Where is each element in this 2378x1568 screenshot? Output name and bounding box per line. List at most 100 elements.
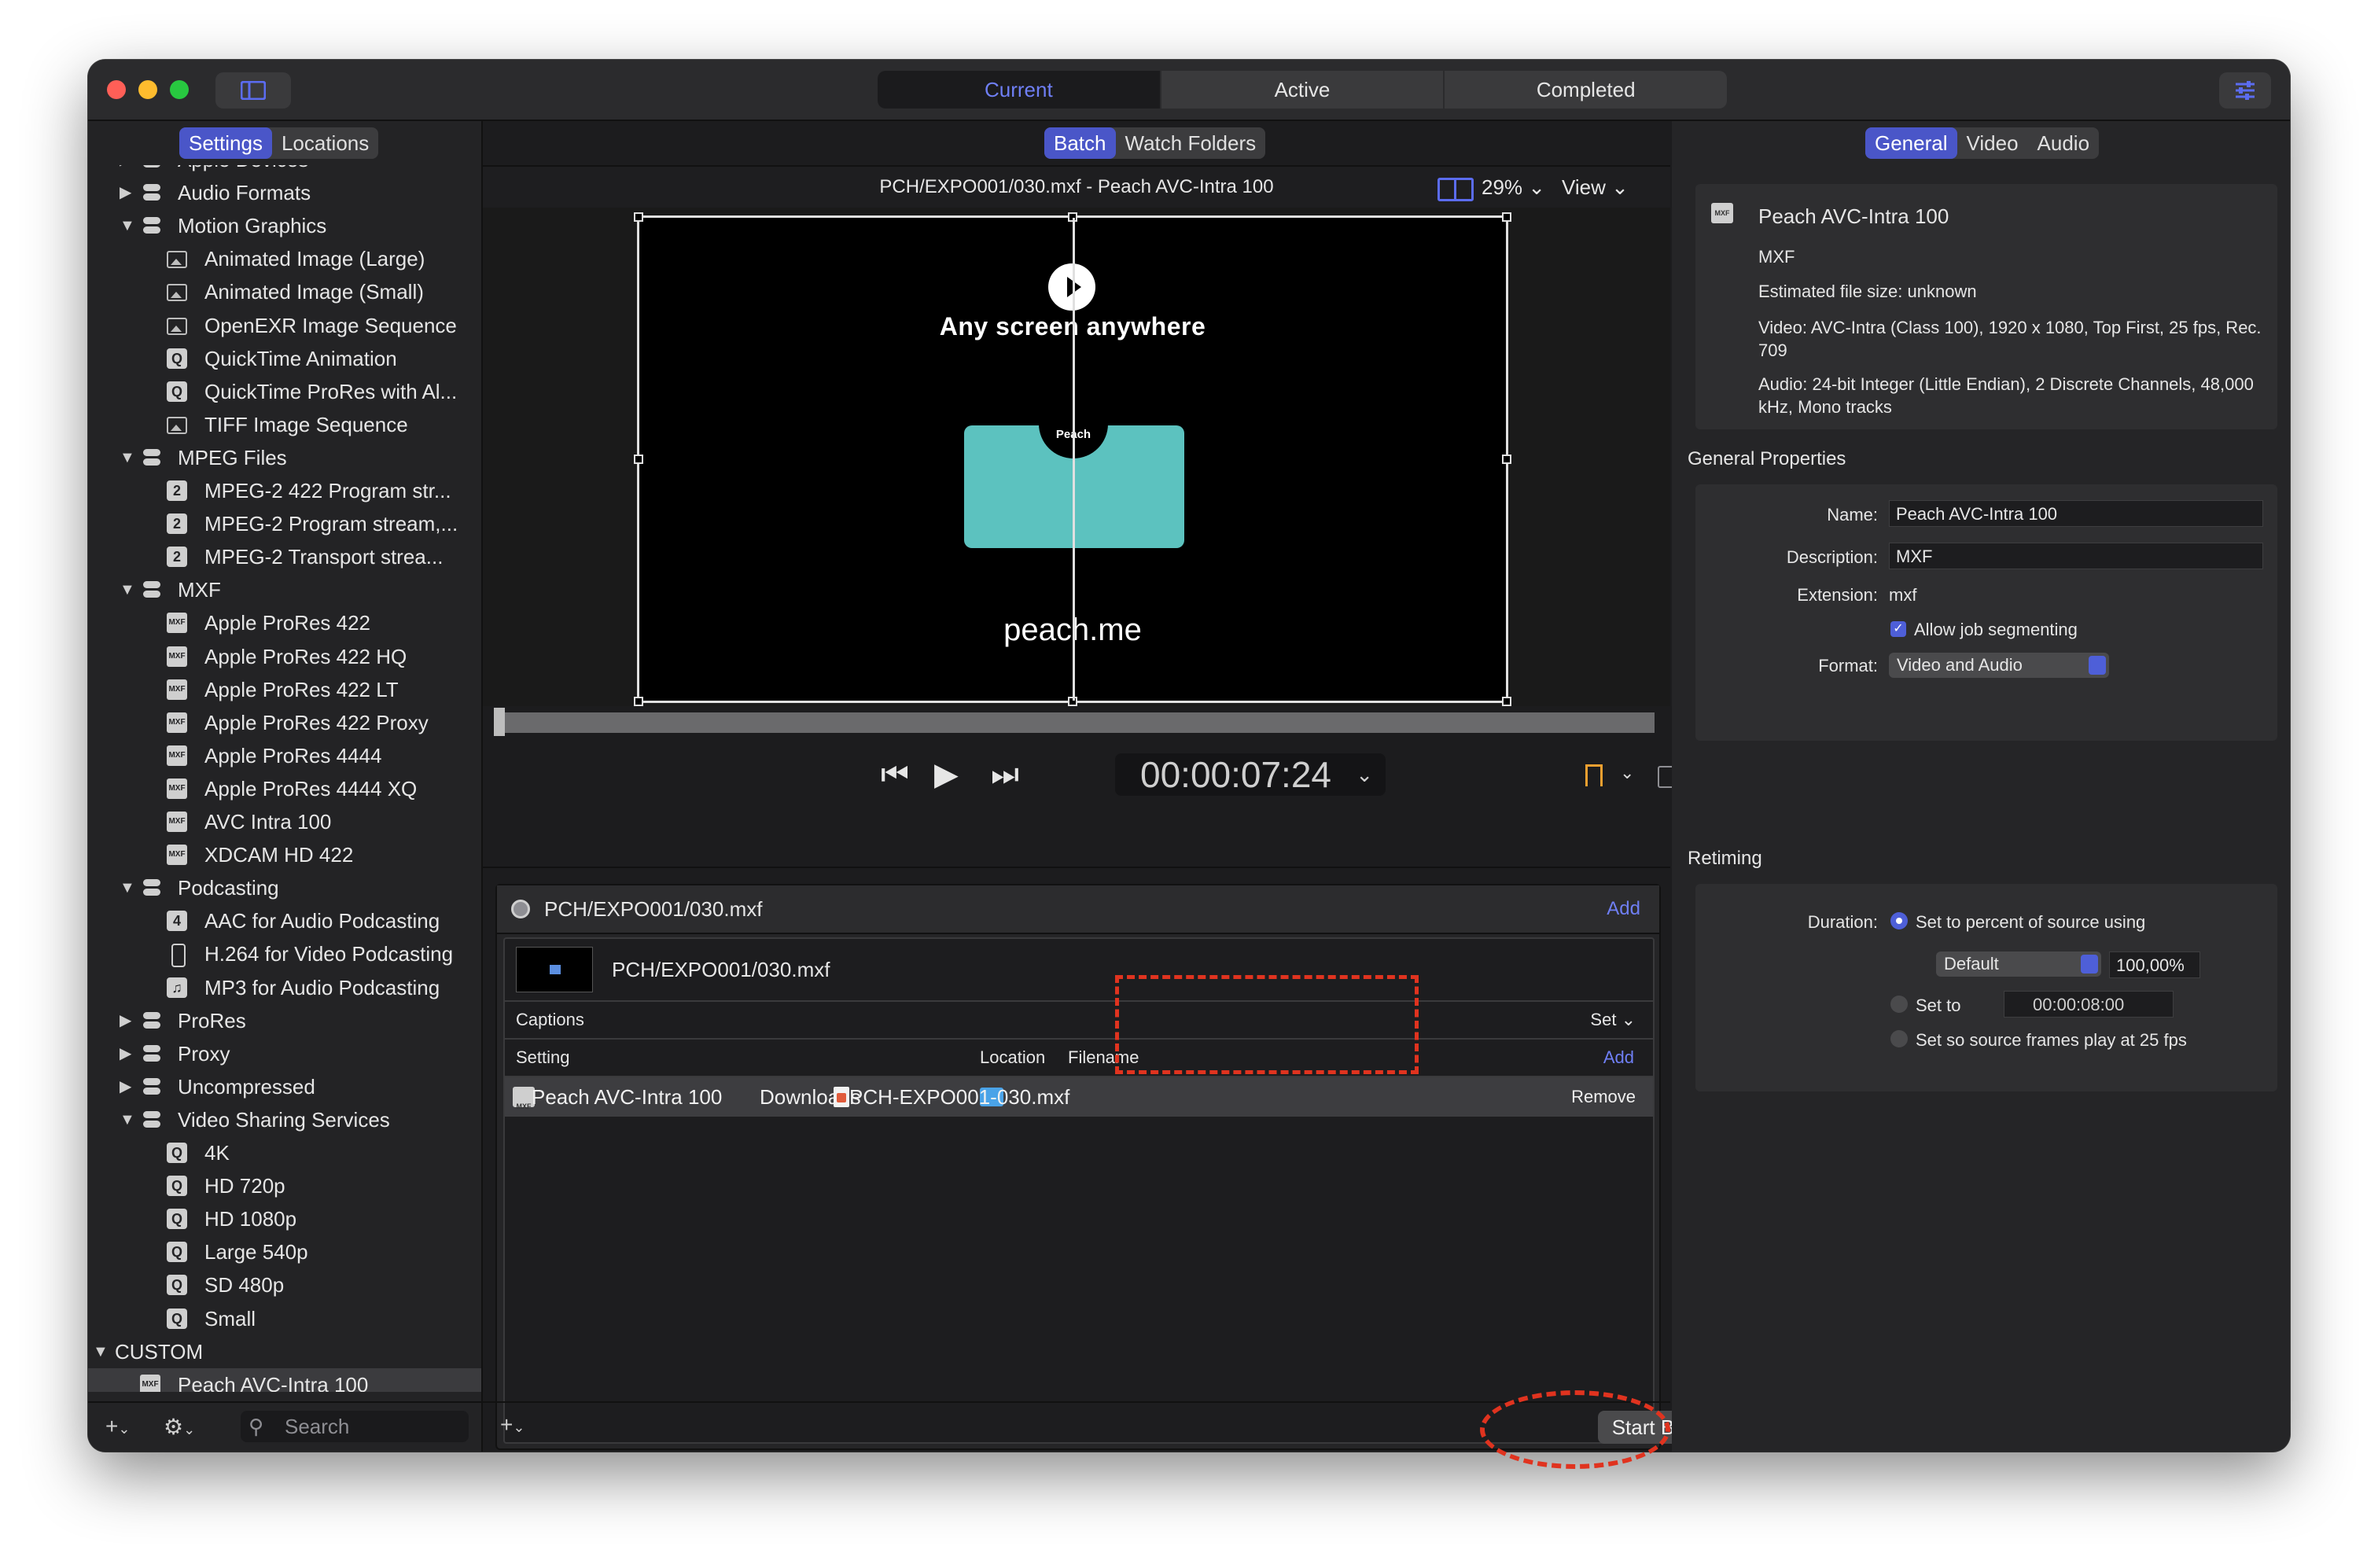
sidebar-toggle-button[interactable] (215, 72, 291, 109)
play-icon[interactable]: ▶ (934, 747, 959, 802)
name-field[interactable]: Peach AVC-Intra 100 (1889, 500, 2263, 527)
close-window-button[interactable] (107, 80, 126, 99)
tab-locations[interactable]: Locations (272, 127, 378, 159)
bookmark-icon[interactable] (1585, 764, 1603, 786)
crop-handle[interactable] (634, 212, 643, 222)
sidebar-item[interactable]: MXF Apple ProRes 422 HQ (88, 640, 481, 673)
disclosure-open-icon[interactable]: ▼ (93, 1335, 109, 1368)
crop-handle[interactable] (1502, 212, 1511, 222)
disclosure-open-icon[interactable]: ▼ (120, 1103, 135, 1136)
sidebar-item[interactable]: 2 MPEG-2 Program stream,... (88, 507, 481, 540)
percent-radio[interactable] (1890, 912, 1908, 929)
sidebar-item[interactable]: ▶ Apple Devices (88, 165, 481, 176)
sidebar-item[interactable]: ♫ MP3 for Audio Podcasting (88, 971, 481, 1004)
sidebar-item[interactable]: ▼ CUSTOM (88, 1335, 481, 1368)
add-output-button[interactable]: Add (1607, 885, 1640, 933)
zoom-window-button[interactable] (170, 80, 189, 99)
sidebar-item[interactable]: ▼ Video Sharing Services (88, 1103, 481, 1136)
sidebar-item[interactable]: MXF Apple ProRes 4444 XQ (88, 772, 481, 805)
sidebar-item[interactable]: ▼ MPEG Files (88, 441, 481, 474)
search-field[interactable]: ⚲ Search (241, 1411, 469, 1442)
timecode-display[interactable]: 00:00:07:24 ⌄ (1115, 753, 1386, 796)
sidebar-item[interactable]: 2 MPEG-2 422 Program str... (88, 474, 481, 507)
tab-completed[interactable]: Completed (1445, 71, 1727, 109)
output-filename[interactable]: PCH-EXPO001-030.mxf (849, 1077, 1069, 1117)
sidebar-item[interactable]: 2 MPEG-2 Transport strea... (88, 540, 481, 573)
format-popup[interactable]: Video and Audio (1889, 653, 2109, 678)
allow-segmenting-checkbox[interactable]: ✓ (1890, 621, 1906, 637)
crop-handle[interactable] (1502, 697, 1511, 706)
sidebar-item[interactable]: Q HD 1080p (88, 1202, 481, 1235)
next-frame-icon[interactable]: ⏭ (991, 747, 1019, 802)
sidebar-item[interactable]: MXF Apple ProRes 4444 (88, 739, 481, 772)
add-setting-link[interactable]: Add (1603, 1040, 1634, 1076)
split-view-line[interactable] (1073, 218, 1075, 701)
sidebar-item[interactable]: Animated Image (Small) (88, 275, 481, 308)
previous-frame-icon[interactable]: ⏮ (881, 747, 909, 802)
sidebar-item[interactable]: OpenEXR Image Sequence (88, 309, 481, 342)
sidebar-item[interactable]: Q 4K (88, 1136, 481, 1169)
sidebar-item[interactable]: Q SD 480p (88, 1268, 481, 1301)
in-point-handle[interactable] (494, 708, 505, 736)
disclosure-open-icon[interactable]: ▼ (120, 209, 135, 242)
disclosure-open-icon[interactable]: ▼ (120, 871, 135, 904)
description-field[interactable]: MXF (1889, 543, 2263, 569)
sidebar-item[interactable]: ▼ Podcasting (88, 871, 481, 904)
tab-current[interactable]: Current (878, 71, 1161, 109)
sidebar-item[interactable]: MXF Apple ProRes 422 Proxy (88, 706, 481, 739)
sidebar-item[interactable]: Q Large 540p (88, 1235, 481, 1268)
sidebar-item[interactable]: ▼ MXF (88, 573, 481, 606)
timeline-scrubber[interactable] (499, 712, 1655, 733)
inspector-toggle-button[interactable] (2219, 72, 2271, 109)
sidebar-item[interactable]: ▼ Motion Graphics (88, 209, 481, 242)
crop-handle[interactable] (634, 455, 643, 464)
add-setting-button[interactable]: +⌄ (105, 1414, 130, 1439)
preset-popup[interactable]: Default (1936, 951, 2101, 977)
tab-general[interactable]: General (1865, 127, 1957, 159)
output-setting[interactable]: Peach AVC-Intra 100 (532, 1077, 722, 1117)
sidebar-item[interactable]: Q QuickTime Animation (88, 342, 481, 375)
tab-watch-folders[interactable]: Watch Folders (1116, 127, 1266, 159)
disclosure-open-icon[interactable]: ▼ (120, 573, 135, 606)
sidebar-item[interactable]: Q HD 720p (88, 1169, 481, 1202)
percent-field[interactable]: 100,00% (2109, 951, 2200, 978)
sidebar-item[interactable]: Q Small (88, 1302, 481, 1335)
sidebar-item[interactable]: MXF AVC Intra 100 (88, 805, 481, 838)
disclosure-closed-icon[interactable]: ▶ (120, 176, 131, 209)
zoom-menu[interactable]: 29% ⌄ (1482, 167, 1545, 208)
tab-active[interactable]: Active (1161, 71, 1445, 109)
sidebar-item[interactable]: ▶ ProRes (88, 1004, 481, 1037)
gear-icon[interactable]: ⚙⌄ (164, 1414, 195, 1440)
add-source-button[interactable]: +⌄ (500, 1412, 525, 1437)
crop-handle[interactable] (634, 697, 643, 706)
sidebar-item[interactable]: Q QuickTime ProRes with Al... (88, 375, 481, 408)
tab-audio[interactable]: Audio (2028, 127, 2100, 159)
sidebar-item[interactable]: MXF Peach AVC-Intra 100 (88, 1367, 481, 1392)
disclosure-closed-icon[interactable]: ▶ (120, 1037, 131, 1070)
sidebar-item[interactable]: TIFF Image Sequence (88, 408, 481, 441)
minimize-window-button[interactable] (138, 80, 157, 99)
remove-output-button[interactable]: Remove (1571, 1077, 1636, 1117)
disclosure-closed-icon[interactable]: ▶ (120, 1004, 131, 1037)
search-input[interactable]: Search (285, 1411, 349, 1442)
crop-handle[interactable] (1502, 455, 1511, 464)
disclosure-closed-icon[interactable]: ▶ (120, 1070, 131, 1103)
viewer-layout-icon[interactable] (1437, 178, 1474, 201)
tab-settings[interactable]: Settings (179, 127, 272, 159)
sidebar-item[interactable]: ▶ Uncompressed (88, 1070, 481, 1103)
sidebar-item[interactable]: 4 AAC for Audio Podcasting (88, 904, 481, 937)
tab-batch[interactable]: Batch (1044, 127, 1116, 159)
sidebar-item[interactable]: H.264 for Video Podcasting (88, 937, 481, 970)
set-to-timecode-field[interactable]: 00:00:08:00 (2004, 991, 2174, 1018)
disclosure-open-icon[interactable]: ▼ (120, 441, 135, 474)
sidebar-item[interactable]: ▶ Proxy (88, 1037, 481, 1070)
sidebar-item[interactable]: MXF Apple ProRes 422 (88, 606, 481, 639)
set-to-radio[interactable] (1890, 996, 1908, 1013)
chevron-down-icon[interactable]: ⌄ (1620, 763, 1634, 783)
captions-set-menu[interactable]: Set ⌄ (1590, 1002, 1636, 1038)
sidebar-item[interactable]: ▶ Audio Formats (88, 176, 481, 209)
view-menu[interactable]: View ⌄ (1562, 167, 1629, 208)
sidebar-item[interactable]: MXF XDCAM HD 422 (88, 838, 481, 871)
sidebar-item[interactable]: Animated Image (Large) (88, 242, 481, 275)
output-row[interactable]: MXF Peach AVC-Intra 100 Downloads PCH-EX… (505, 1077, 1653, 1117)
